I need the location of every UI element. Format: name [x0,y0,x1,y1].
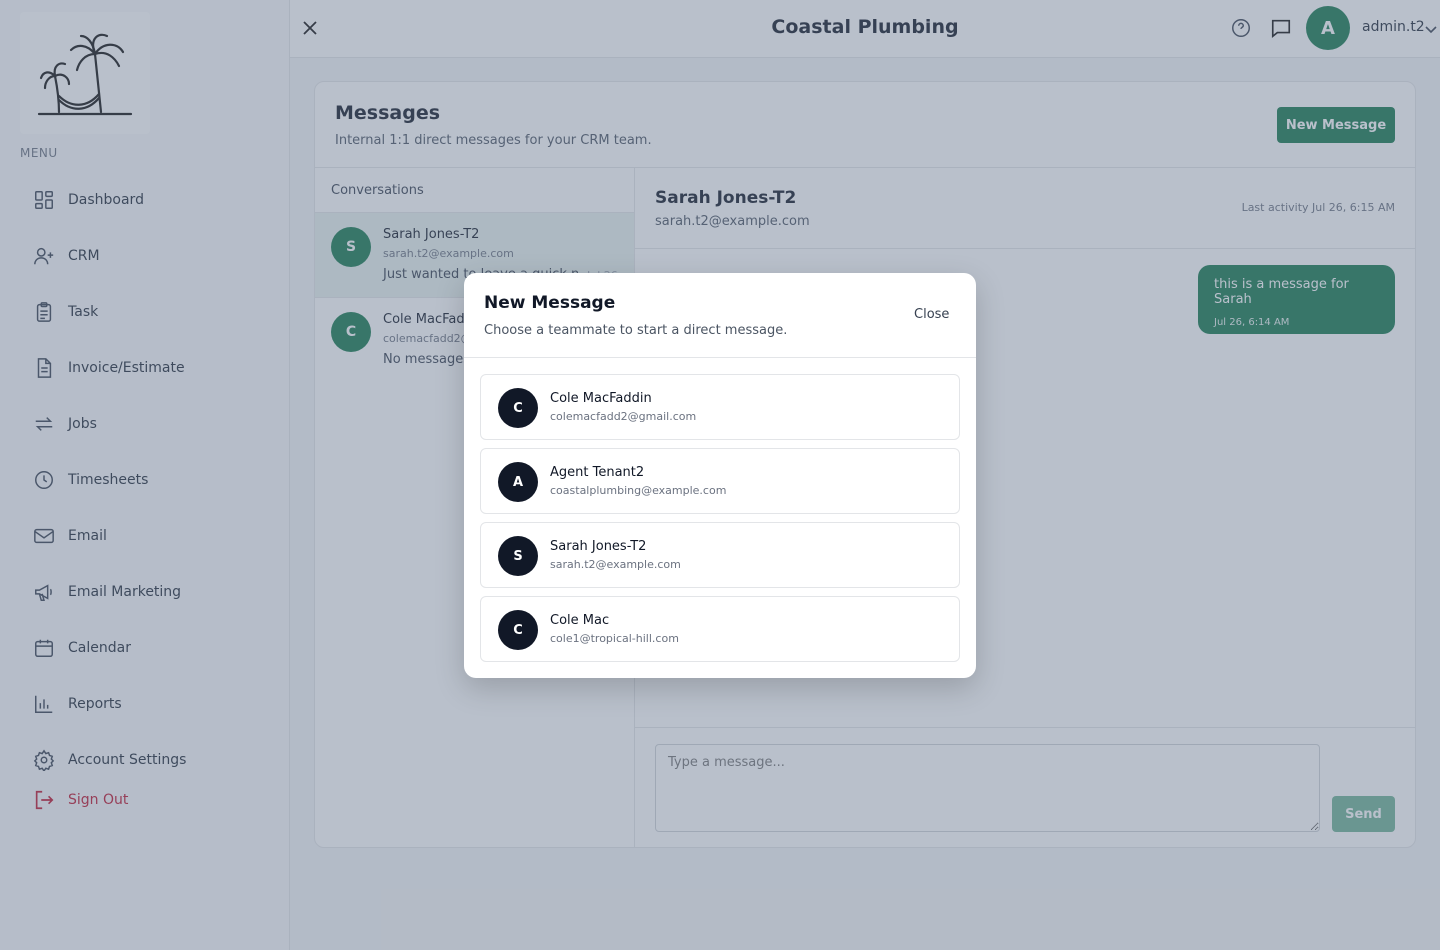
avatar: C [498,388,538,428]
teammate-name: Agent Tenant2 [550,465,645,480]
teammate-option[interactable]: A Agent Tenant2 coastalplumbing@example.… [480,448,960,514]
avatar: S [498,536,538,576]
teammate-email: colemacfadd2@gmail.com [550,410,697,423]
divider [464,357,976,358]
close-button[interactable]: Close [914,307,949,322]
avatar: C [498,610,538,650]
teammate-option[interactable]: C Cole Mac cole1@tropical-hill.com [480,596,960,662]
teammate-option[interactable]: S Sarah Jones-T2 sarah.t2@example.com [480,522,960,588]
teammate-name: Sarah Jones-T2 [550,539,647,554]
teammate-name: Cole MacFaddin [550,391,652,406]
teammate-option[interactable]: C Cole MacFaddin colemacfadd2@gmail.com [480,374,960,440]
teammate-email: coastalplumbing@example.com [550,484,727,497]
teammate-name: Cole Mac [550,613,610,628]
modal-subtitle: Choose a teammate to start a direct mess… [484,323,788,338]
teammate-email: sarah.t2@example.com [550,558,681,571]
avatar: A [498,462,538,502]
teammate-email: cole1@tropical-hill.com [550,632,679,645]
modal-title: New Message [484,293,616,313]
new-message-modal: New Message Choose a teammate to start a… [464,273,976,678]
